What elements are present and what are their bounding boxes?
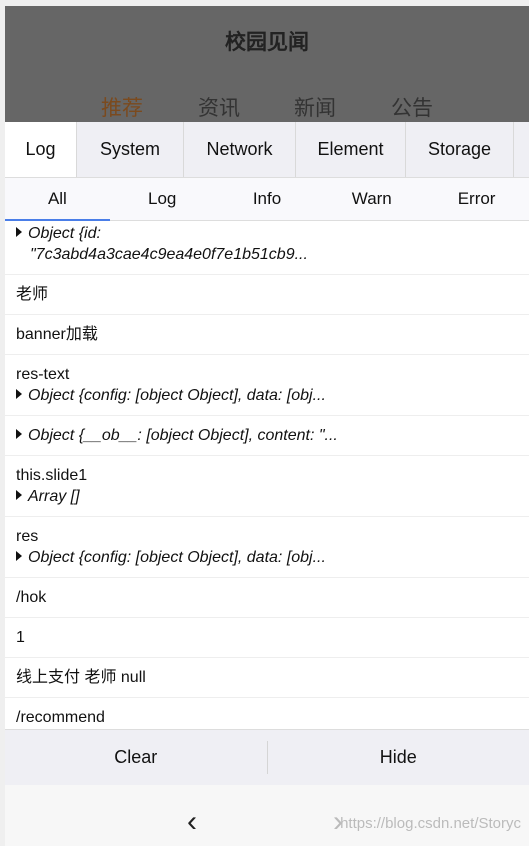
filter-info[interactable]: Info — [215, 178, 320, 220]
log-text: 老师 — [16, 286, 49, 303]
chevron-left-icon[interactable]: ‹ — [187, 805, 197, 839]
log-item: /recommend — [5, 698, 529, 729]
log-text: res-text — [16, 366, 70, 383]
log-item: /hok — [5, 578, 529, 618]
expand-triangle-icon[interactable] — [16, 429, 22, 439]
console-toolbar: Clear Hide — [5, 729, 529, 786]
log-object: Object {config: [object Object], data: [… — [28, 549, 326, 566]
log-item[interactable]: Object {id: "7c3abd4a3cae4c9ea4e0f7e1b51… — [5, 221, 529, 275]
clear-button[interactable]: Clear — [5, 730, 267, 785]
log-item[interactable]: Object {__ob__: [object Object], content… — [5, 416, 529, 456]
expand-triangle-icon[interactable] — [16, 551, 22, 561]
filter-all[interactable]: All — [5, 178, 110, 221]
log-object: Object {id: — [28, 225, 101, 242]
tab-log[interactable]: Log — [5, 122, 77, 177]
log-list[interactable]: Object {id: "7c3abd4a3cae4c9ea4e0f7e1b51… — [5, 221, 529, 729]
page-header: 校园见闻 推荐 资讯 新闻 公告 — [5, 6, 529, 122]
log-item: 1 — [5, 618, 529, 658]
log-object: Object {__ob__: [object Object], content… — [28, 427, 338, 444]
tab-network[interactable]: Network — [184, 122, 296, 177]
log-item: 老师 — [5, 275, 529, 315]
category-info[interactable]: 资讯 — [198, 92, 240, 122]
filter-error[interactable]: Error — [424, 178, 529, 220]
log-object-cont: "7c3abd4a3cae4c9ea4e0f7e1b51cb9... — [30, 246, 308, 263]
tab-element[interactable]: Element — [296, 122, 406, 177]
browser-nav: ‹ › https://blog.csdn.net/Storyc — [5, 785, 529, 846]
log-item[interactable]: this.slide1 Array [] — [5, 456, 529, 517]
tab-storage[interactable]: Storage — [406, 122, 514, 177]
page-title: 校园见闻 — [225, 31, 309, 54]
log-text: this.slide1 — [16, 467, 88, 484]
expand-triangle-icon[interactable] — [16, 389, 22, 399]
category-recommend[interactable]: 推荐 — [101, 92, 143, 122]
watermark: https://blog.csdn.net/Storyc — [340, 815, 521, 832]
log-text: 1 — [16, 629, 25, 646]
log-item[interactable]: res Object {config: [object Object], dat… — [5, 517, 529, 578]
expand-triangle-icon[interactable] — [16, 490, 22, 500]
tab-system[interactable]: System — [77, 122, 184, 177]
log-item: 线上支付 老师 null — [5, 658, 529, 698]
log-item[interactable]: res-text Object {config: [object Object]… — [5, 355, 529, 416]
log-text: /hok — [16, 589, 47, 606]
category-notice[interactable]: 公告 — [391, 92, 433, 122]
log-object: Array [] — [28, 488, 80, 505]
hide-button[interactable]: Hide — [268, 730, 529, 785]
log-text: res — [16, 528, 39, 545]
log-text: /recommend — [16, 709, 105, 726]
log-text: 线上支付 老师 null — [16, 669, 146, 686]
log-object: Object {config: [object Object], data: [… — [28, 387, 326, 404]
expand-triangle-icon[interactable] — [16, 227, 22, 237]
log-filters: All Log Info Warn Error — [5, 178, 529, 221]
category-news[interactable]: 新闻 — [294, 92, 336, 122]
app: 校园见闻 推荐 资讯 新闻 公告 Log System Network Elem… — [5, 6, 529, 846]
vconsole-tabs: Log System Network Element Storage — [5, 122, 529, 178]
filter-warn[interactable]: Warn — [319, 178, 424, 220]
log-text: banner加载 — [16, 326, 98, 343]
log-item: banner加载 — [5, 315, 529, 355]
filter-log[interactable]: Log — [110, 178, 215, 220]
